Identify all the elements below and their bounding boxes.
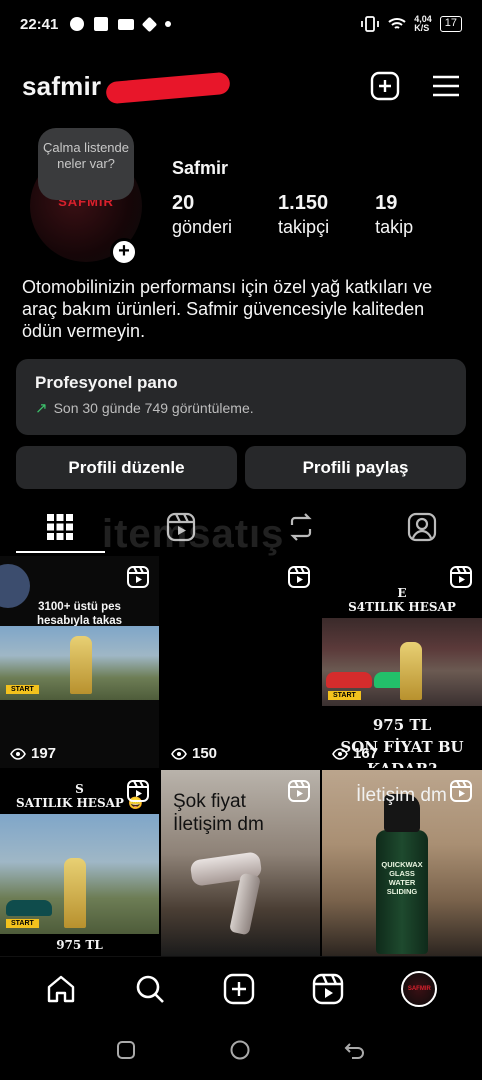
edit-profile-button[interactable]: Profili düzenle (16, 446, 237, 489)
redaction-mark (105, 71, 231, 104)
stat-followers-value: 1.150 (278, 192, 329, 214)
dashboard-subtitle: Son 30 günde 749 görüntüleme. (53, 400, 254, 416)
reel-icon (450, 780, 472, 802)
posts-grid: 3100+ üstü pes hesabıyla takas START 197… (0, 556, 482, 956)
game-screenshot: START (0, 626, 159, 700)
menu-icon[interactable] (432, 74, 460, 98)
profile-tabs (0, 500, 482, 553)
reels-icon (166, 512, 195, 541)
whatsapp-notification-icon (70, 17, 85, 31)
stat-posts[interactable]: 20 gönderi (172, 192, 232, 238)
profile-nav-avatar[interactable]: SAFMIR (401, 970, 438, 1007)
stat-followers[interactable]: 1.150 takipçi (278, 192, 329, 238)
product-label: QUICKWAX GLASS WATER SLIDING (381, 860, 423, 896)
professional-dashboard[interactable]: Profesyonel pano ↗ Son 30 günde 749 görü… (16, 359, 466, 435)
tab-grid[interactable] (0, 500, 121, 553)
start-label: START (6, 685, 39, 694)
more-notifications-icon (165, 21, 172, 27)
back-icon[interactable] (344, 1040, 366, 1060)
wifi-icon (388, 18, 406, 29)
bottom-navigation: SAFMIR (0, 956, 482, 1020)
stat-followers-label: takipçi (278, 217, 330, 237)
game-character (64, 858, 86, 928)
post-thumbnail[interactable]: 150 (161, 556, 320, 768)
repost-icon (290, 512, 312, 541)
recent-apps-icon[interactable] (116, 1040, 136, 1060)
search-icon[interactable] (134, 973, 166, 1005)
username-text: safmir (22, 70, 102, 101)
video-notification-icon (118, 18, 135, 30)
view-count: 167 (332, 745, 378, 762)
home-button-icon[interactable] (229, 1039, 251, 1061)
post-caption: 3100+ üstü pes hesabıyla takas (36, 601, 123, 627)
reel-icon (288, 780, 310, 802)
profile-header: safmir (22, 60, 460, 112)
view-count-value: 167 (353, 745, 379, 762)
post-thumbnail[interactable]: 3100+ üstü pes hesabıyla takas START 197 (0, 556, 159, 768)
battery-indicator: 17 (439, 16, 462, 32)
stat-following-value: 19 (375, 192, 398, 214)
post-thumbnail[interactable]: S SATILIK HESAP 😄 START 975 TL (0, 770, 159, 956)
status-time: 22:41 (20, 15, 59, 33)
post-thumbnail[interactable]: QUICKWAX GLASS WATER SLIDING İletişim dm (322, 770, 482, 956)
post-thumbnail[interactable]: E S4TILIK HESAP START 975 TL SON FİYAT B… (322, 556, 482, 768)
status-bar: 22:41 4,04 K/S 17 (0, 0, 482, 48)
tab-reposts[interactable] (241, 500, 362, 553)
stat-following[interactable]: 19 takip (375, 192, 413, 238)
reel-icon (288, 566, 310, 588)
tab-reels[interactable] (121, 500, 242, 553)
ticket-notification-icon (142, 16, 158, 32)
grid-icon (47, 513, 74, 540)
profile-bio: Otomobilinizin performansı için özel yağ… (22, 277, 433, 341)
home-icon[interactable] (45, 973, 77, 1005)
tagged-icon (407, 512, 436, 541)
display-name: Safmir (172, 158, 229, 178)
vibrate-icon (361, 16, 380, 32)
stat-posts-label: gönderi (172, 217, 233, 237)
start-label: START (328, 691, 361, 700)
reel-icon (127, 780, 149, 802)
view-count-value: 197 (31, 745, 57, 762)
post-caption-bottom: 975 TL (56, 938, 103, 952)
share-profile-button[interactable]: Profili paylaş (245, 446, 466, 489)
add-story-button[interactable]: + (110, 238, 138, 266)
net-speed: 4,04 K/S (414, 14, 432, 33)
post-thumbnail[interactable]: Şok fiyat İletişim dm (161, 770, 320, 956)
post-caption: Şok fiyat İletişim dm (173, 791, 264, 835)
username[interactable]: safmir (22, 70, 231, 104)
game-car (326, 672, 372, 688)
start-label: START (6, 919, 39, 928)
game-car (6, 900, 52, 916)
reel-icon (450, 566, 472, 588)
profile-stats: 20 gönderi 1.150 takipçi 19 takip (172, 192, 459, 238)
game-screenshot: START (322, 618, 482, 706)
trend-up-icon: ↗ (35, 400, 48, 417)
reels-nav-icon[interactable] (312, 973, 344, 1005)
eye-icon (332, 747, 348, 760)
new-post-icon[interactable] (370, 71, 400, 101)
game-character (400, 642, 422, 700)
dashboard-title: Profesyonel pano (35, 373, 178, 392)
view-count: 197 (10, 745, 56, 762)
tab-tagged[interactable] (362, 500, 482, 553)
create-icon[interactable] (223, 973, 255, 1005)
stat-following-label: takip (375, 217, 414, 237)
view-count: 150 (171, 745, 217, 762)
post-caption: İletişim dm (356, 785, 447, 806)
reel-icon (127, 566, 149, 588)
view-count-value: 150 (192, 745, 218, 762)
cube-notification-icon (94, 17, 109, 31)
game-screenshot: START (0, 814, 159, 934)
game-character (70, 636, 92, 694)
eye-icon (171, 747, 187, 760)
system-navigation (0, 1020, 482, 1080)
eye-icon (10, 747, 26, 760)
note-bubble[interactable]: Çalma listende neler var? (38, 128, 134, 200)
stat-posts-value: 20 (172, 192, 195, 214)
